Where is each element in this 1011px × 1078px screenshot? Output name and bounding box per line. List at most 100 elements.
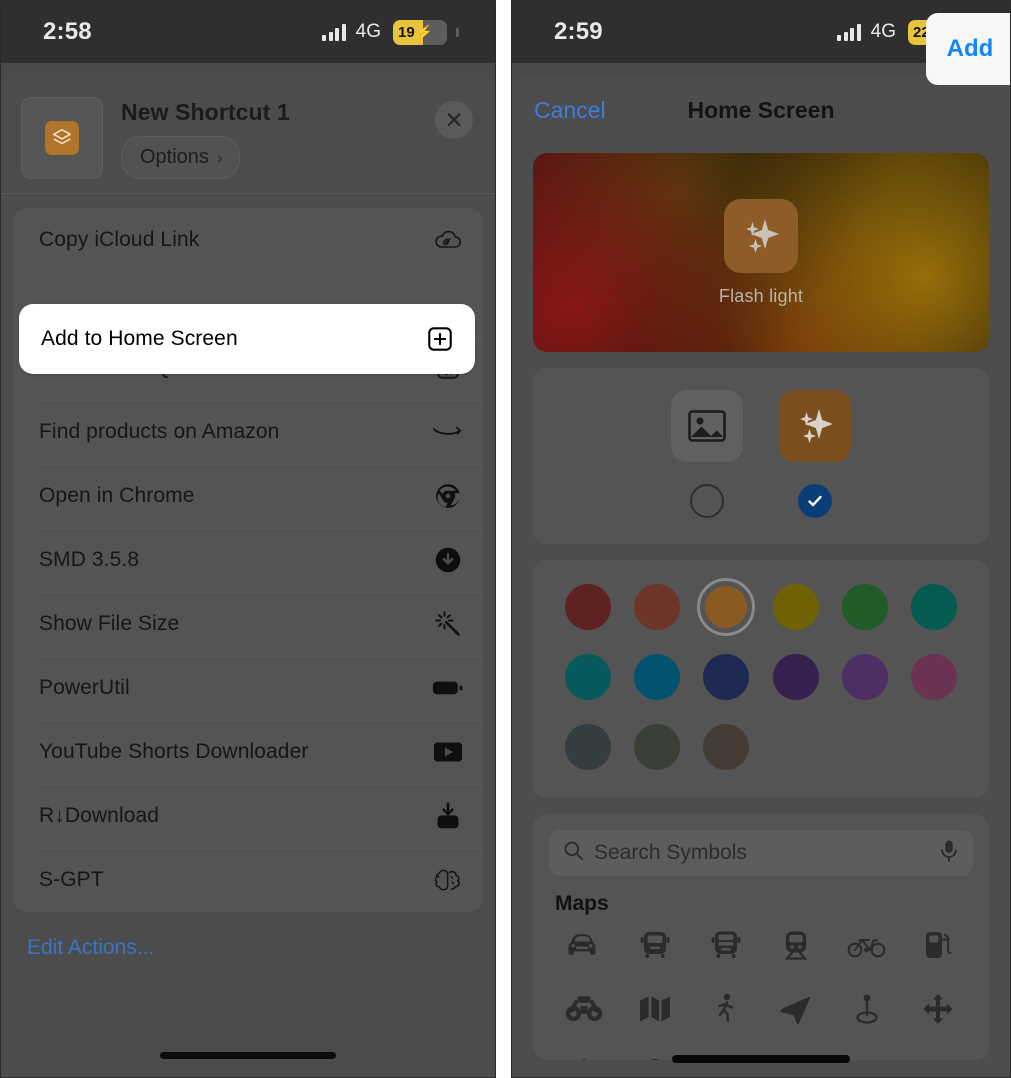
share-sheet-header: New Shortcut 1 Options › ✕ xyxy=(1,71,495,193)
location-arrow-icon[interactable] xyxy=(773,986,819,1032)
navigation-bar: Cancel Home Screen xyxy=(512,75,1010,145)
close-button[interactable]: ✕ xyxy=(435,101,473,139)
microphone-icon[interactable] xyxy=(939,839,959,868)
home-screen-sheet: Cancel Home Screen Flash light Search Sy… xyxy=(512,75,1010,1077)
options-button[interactable]: Options › xyxy=(121,136,240,179)
left-status-bar: 2:58 4G 19 ⚡ xyxy=(1,1,495,63)
color-swatch[interactable] xyxy=(697,648,755,706)
charging-bolt-icon: ⚡ xyxy=(415,23,434,40)
color-swatch[interactable] xyxy=(559,718,617,776)
cellular-signal-icon xyxy=(837,23,861,41)
action-row-copy-icloud-link[interactable]: Copy iCloud Link xyxy=(13,208,483,272)
add-button-highlight[interactable]: Add xyxy=(926,13,1010,85)
network-type-label: 4G xyxy=(870,21,896,42)
car-icon[interactable] xyxy=(561,922,607,968)
color-swatch[interactable] xyxy=(697,718,755,776)
search-input[interactable]: Search Symbols xyxy=(594,841,929,865)
figure-walk-icon[interactable] xyxy=(703,986,749,1032)
chrome-icon xyxy=(431,479,465,513)
status-time: 2:59 xyxy=(554,18,603,45)
add-button[interactable]: Add xyxy=(947,35,994,63)
home-indicator xyxy=(672,1055,850,1063)
signpost-icon[interactable] xyxy=(561,1050,607,1060)
fuelpump-icon[interactable] xyxy=(915,922,961,968)
color-swatch[interactable] xyxy=(559,648,617,706)
cancel-button[interactable]: Cancel xyxy=(534,97,606,124)
action-label: Show File Size xyxy=(39,612,180,635)
icon-type-chooser xyxy=(533,368,989,544)
action-row-find-products-on-amazon[interactable]: Find products on Amazon xyxy=(13,400,483,464)
action-row-open-in-chrome[interactable]: Open in Chrome xyxy=(13,464,483,528)
map-icon[interactable] xyxy=(632,986,678,1032)
swatch-fill xyxy=(564,724,611,770)
action-label: Add to Home Screen xyxy=(41,327,238,350)
symbol-grid xyxy=(549,922,973,1060)
action-row-powerutil[interactable]: PowerUtil xyxy=(13,656,483,720)
left-phone-screen: 2:58 4G 19 ⚡ New Shortcut 1 Options › ✕ … xyxy=(0,0,496,1078)
radio-photo[interactable] xyxy=(690,484,724,518)
swatch-fill xyxy=(703,654,750,700)
battery-percent: 19 xyxy=(398,23,415,41)
color-swatch[interactable] xyxy=(836,578,894,636)
color-swatch[interactable] xyxy=(628,718,686,776)
action-label: S-GPT xyxy=(39,868,104,891)
bus-front-icon[interactable] xyxy=(632,922,678,968)
sparkles-icon xyxy=(724,198,798,273)
swatch-fill xyxy=(564,654,611,700)
action-row-youtube-shorts-downloader[interactable]: YouTube Shorts Downloader xyxy=(13,720,483,784)
sheet-divider xyxy=(1,193,495,194)
color-swatch[interactable] xyxy=(836,648,894,706)
color-grid xyxy=(553,578,969,776)
action-row-show-file-size[interactable]: Show File Size xyxy=(13,592,483,656)
color-swatch[interactable] xyxy=(905,578,963,636)
amazon-icon xyxy=(431,415,465,449)
color-swatch[interactable] xyxy=(767,578,825,636)
color-swatch[interactable] xyxy=(767,648,825,706)
color-swatch-selected[interactable] xyxy=(697,578,756,636)
action-row-s-gpt[interactable]: S-GPT xyxy=(13,848,483,912)
swatch-fill xyxy=(633,724,680,770)
icon-choice-symbol[interactable] xyxy=(779,390,851,518)
binoculars-icon[interactable] xyxy=(561,986,607,1032)
battery-icon xyxy=(431,671,465,705)
icon-choice-photo[interactable] xyxy=(671,390,743,518)
home-indicator xyxy=(160,1052,336,1059)
action-row-add-to-home-screen-highlighted[interactable]: Add to Home Screen xyxy=(19,304,475,374)
bus-doubledecker-icon[interactable] xyxy=(703,922,749,968)
tram-icon[interactable] xyxy=(773,922,819,968)
action-row-r-download[interactable]: R↓Download xyxy=(13,784,483,848)
right-phone-screen: 2:59 4G 22 ⚡ Cancel Home Screen xyxy=(511,0,1011,1078)
preview-content: Flash light xyxy=(533,153,989,352)
chevron-right-icon: › xyxy=(216,147,223,167)
download-box-icon xyxy=(431,799,465,833)
brain-icon xyxy=(431,863,465,897)
bicycle-icon[interactable] xyxy=(844,922,890,968)
radio-symbol[interactable] xyxy=(798,484,832,518)
color-swatch[interactable] xyxy=(628,648,686,706)
cellular-signal-icon xyxy=(322,23,346,41)
mappin-icon[interactable] xyxy=(844,986,890,1032)
action-label: R↓Download xyxy=(39,804,160,827)
move-arrows-icon[interactable] xyxy=(915,986,961,1032)
search-symbols-field[interactable]: Search Symbols xyxy=(549,830,973,876)
close-icon: ✕ xyxy=(444,106,464,133)
action-row-smd[interactable]: SMD 3.5.8 xyxy=(13,528,483,592)
search-icon xyxy=(563,840,584,866)
status-indicators: 4G 19 ⚡ xyxy=(322,19,459,45)
edit-actions-button[interactable]: Edit Actions... xyxy=(1,912,495,960)
share-sheet: New Shortcut 1 Options › ✕ Copy iCloud L… xyxy=(1,71,495,1077)
color-swatch[interactable] xyxy=(628,578,686,636)
swatch-fill xyxy=(633,654,680,700)
shortcut-thumbnail xyxy=(21,97,103,179)
photo-icon xyxy=(671,390,743,462)
action-label: Copy iCloud Link xyxy=(39,228,200,251)
status-time: 2:58 xyxy=(43,18,92,45)
swatch-fill xyxy=(911,584,958,630)
swatch-fill xyxy=(705,586,748,628)
swatch-fill xyxy=(633,584,680,630)
swatch-fill xyxy=(841,584,888,630)
layers-icon xyxy=(45,121,79,155)
symbol-section-title: Maps xyxy=(555,892,609,915)
color-swatch[interactable] xyxy=(905,648,963,706)
color-swatch[interactable] xyxy=(559,578,617,636)
